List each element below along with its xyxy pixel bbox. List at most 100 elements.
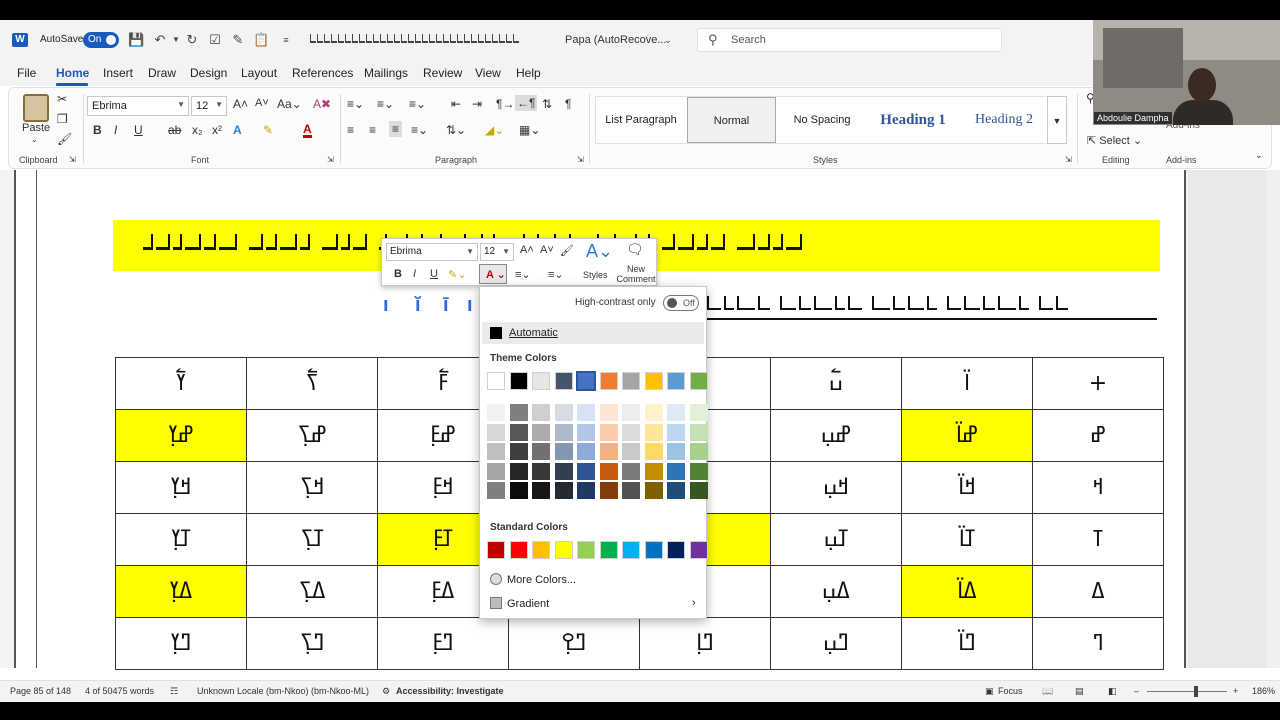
theme-shade-swatch[interactable]: [622, 462, 640, 480]
theme-shade-swatch[interactable]: [509, 462, 528, 480]
table-cell[interactable]: ߣߊ߲: [639, 617, 771, 670]
theme-shade-swatch[interactable]: [554, 423, 573, 441]
theme-shade-swatch[interactable]: [689, 482, 708, 499]
theme-shade-swatch[interactable]: [577, 423, 595, 441]
align-right-icon[interactable]: ≡: [389, 121, 403, 137]
theme-shade-swatch[interactable]: [554, 482, 573, 499]
table-cell[interactable]: ߞߖ߲: [246, 461, 378, 514]
accessibility-status[interactable]: Accessibility: Investigate: [396, 686, 504, 696]
align-left-icon[interactable]: ≡: [347, 123, 354, 137]
theme-shade-swatch[interactable]: [532, 423, 550, 441]
theme-color-swatch[interactable]: [554, 372, 573, 390]
theme-shade-swatch[interactable]: [689, 423, 708, 441]
table-cell[interactable]: ߝߊ߳: [901, 409, 1033, 462]
table-cell[interactable]: ߞߌ߲: [115, 461, 247, 514]
shrink-font-icon[interactable]: A˅: [255, 97, 269, 109]
mini-font-combo[interactable]: Ebrima ▼: [386, 243, 478, 261]
bullets-icon[interactable]: ≡⌄: [347, 97, 364, 111]
redo-icon[interactable]: ↻: [184, 32, 200, 48]
theme-shade-swatch[interactable]: [532, 404, 550, 421]
theme-shade-swatch[interactable]: [622, 423, 640, 441]
change-case-icon[interactable]: Aa⌄: [277, 97, 302, 111]
table-cell[interactable]: ߠߎ߲: [770, 513, 902, 566]
theme-shade-swatch[interactable]: [577, 462, 595, 480]
show-marks-icon[interactable]: ¶: [565, 97, 571, 111]
autosave-toggle[interactable]: On: [83, 32, 119, 48]
theme-shade-swatch[interactable]: [599, 423, 618, 441]
tab-home[interactable]: Home: [56, 66, 89, 80]
theme-shade-swatch[interactable]: [599, 482, 618, 499]
theme-shade-swatch[interactable]: [532, 482, 550, 499]
underline-icon[interactable]: U: [134, 123, 143, 137]
tab-review[interactable]: Review: [423, 66, 462, 80]
more-colors-option[interactable]: More Colors...: [490, 573, 576, 586]
standard-color-swatch[interactable]: [644, 541, 663, 559]
standard-color-swatch[interactable]: [554, 541, 573, 559]
table-cell[interactable]: ߞߊ߳: [901, 461, 1033, 514]
table-cell[interactable]: ߞߎ߲: [770, 461, 902, 514]
theme-shade-swatch[interactable]: [622, 443, 640, 460]
standard-color-swatch[interactable]: [509, 541, 528, 559]
table-cell[interactable]: ߠߖ߲: [246, 513, 378, 566]
styles-icon[interactable]: A⌄: [586, 241, 613, 262]
tab-draw[interactable]: Draw: [148, 66, 176, 80]
bold-icon[interactable]: B: [93, 123, 102, 137]
save-icon[interactable]: 💾: [128, 32, 144, 48]
style-heading-1[interactable]: Heading 1: [868, 97, 958, 143]
customize-qat-icon[interactable]: ≡: [278, 32, 294, 48]
tab-mailings[interactable]: Mailings: [364, 66, 408, 80]
zoom-slider[interactable]: [1147, 691, 1227, 692]
clear-formatting-icon[interactable]: A✖: [313, 97, 331, 111]
style-heading-2[interactable]: Heading 2: [959, 97, 1049, 143]
standard-color-swatch[interactable]: [532, 541, 550, 559]
table-cell[interactable]: ߣߊ߳: [901, 617, 1033, 670]
bullets-icon[interactable]: ≡⌄: [515, 268, 531, 281]
sort-icon[interactable]: ⇅: [542, 97, 552, 111]
theme-shade-swatch[interactable]: [599, 443, 618, 460]
subscript-icon[interactable]: x₂: [192, 123, 203, 137]
table-cell[interactable]: ߡߊ߳: [901, 565, 1033, 618]
style-list-paragraph[interactable]: List Paragraph: [596, 97, 686, 143]
table-cell[interactable]: ߣߎ߲: [770, 617, 902, 670]
numbering-icon[interactable]: ≡⌄: [377, 97, 394, 111]
theme-shade-swatch[interactable]: [644, 404, 663, 421]
theme-shade-swatch[interactable]: [689, 404, 708, 421]
tab-design[interactable]: Design: [190, 66, 227, 80]
tab-file[interactable]: File: [17, 66, 36, 80]
table-cell[interactable]: ߝߎ߲: [770, 409, 902, 462]
paste-icon[interactable]: [23, 94, 49, 122]
font-color-icon[interactable]: A: [303, 123, 312, 138]
theme-color-swatch[interactable]: [689, 372, 708, 390]
document-name[interactable]: Papa (AutoRecove...: [565, 34, 667, 46]
table-cell[interactable]: +: [1032, 357, 1164, 410]
undo-dropdown-icon[interactable]: ▼: [168, 32, 184, 48]
zoom-slider-thumb[interactable]: [1194, 686, 1198, 697]
align-center-icon[interactable]: ≡: [369, 123, 376, 137]
table-cell[interactable]: ߖ߱: [246, 357, 378, 410]
styles-more-icon[interactable]: ▼: [1047, 96, 1067, 144]
automatic-color-option[interactable]: Automatic: [482, 322, 704, 344]
theme-shade-swatch[interactable]: [509, 482, 528, 499]
collapse-ribbon-icon[interactable]: ⌄: [1255, 150, 1263, 161]
undo-icon[interactable]: ↶: [152, 32, 168, 48]
standard-color-swatch[interactable]: [599, 541, 618, 559]
theme-shade-swatch[interactable]: [644, 482, 663, 499]
standard-color-swatch[interactable]: [689, 541, 708, 559]
table-cell[interactable]: ߠߊ߳: [901, 513, 1033, 566]
tab-layout[interactable]: Layout: [241, 66, 277, 80]
theme-shade-swatch[interactable]: [487, 462, 505, 480]
theme-shade-swatch[interactable]: [509, 404, 528, 421]
font-name-combo[interactable]: Ebrima ▼: [87, 96, 189, 116]
theme-shade-swatch[interactable]: [554, 404, 573, 421]
theme-color-swatch[interactable]: [576, 371, 596, 391]
table-cell[interactable]: ߣߌ߲: [115, 617, 247, 670]
theme-shade-swatch[interactable]: [689, 462, 708, 480]
theme-color-swatch[interactable]: [599, 372, 618, 390]
table-cell[interactable]: ߣߐ߲: [508, 617, 640, 670]
grow-font-icon[interactable]: A˄: [233, 97, 248, 111]
rtl-direction-icon[interactable]: ←¶: [515, 95, 538, 111]
format-painter-icon[interactable]: 🖌: [560, 244, 574, 257]
cut-icon[interactable]: ✂: [57, 92, 67, 106]
theme-shade-swatch[interactable]: [577, 482, 595, 499]
multilevel-list-icon[interactable]: ≡⌄: [409, 97, 426, 111]
